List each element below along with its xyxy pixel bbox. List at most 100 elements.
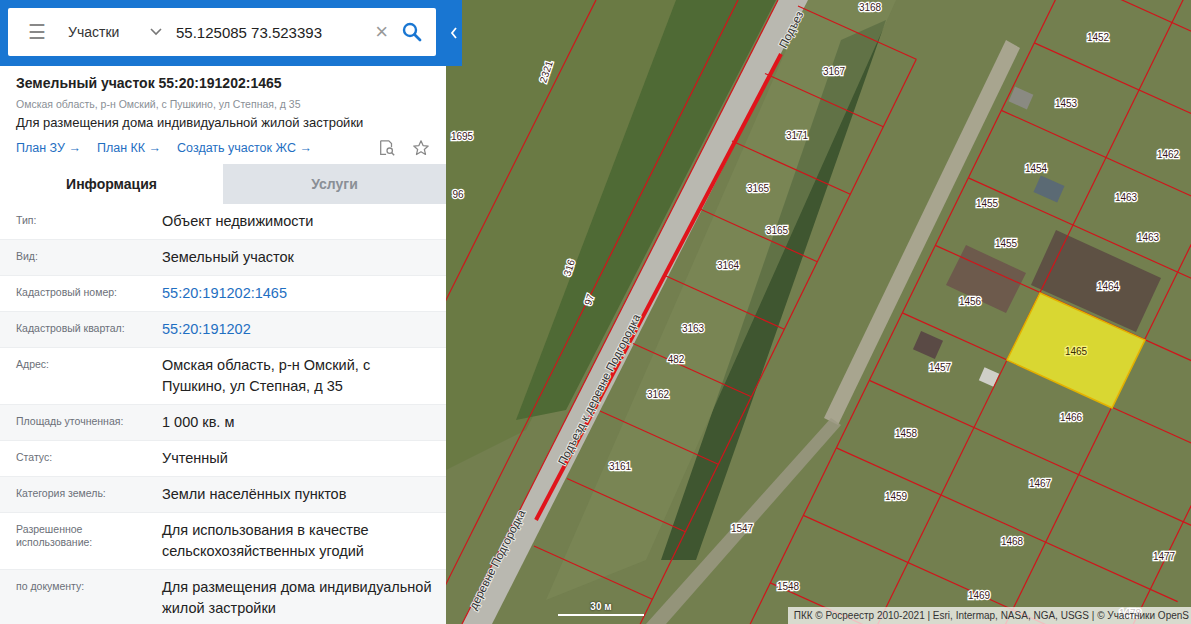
parcel-label[interactable]: 2321 (538, 59, 555, 84)
parcel-label[interactable]: 1695 (451, 131, 474, 142)
parcel-label[interactable]: 97 (582, 292, 596, 306)
parcel-label[interactable]: 1464 (1097, 281, 1120, 292)
chevron-left-icon[interactable] (450, 27, 458, 39)
collapse-panel-button[interactable] (446, 0, 462, 66)
plan-link[interactable]: План ЗУ → (16, 141, 81, 155)
parcel-label[interactable]: 3165 (766, 225, 789, 236)
field-row: Вид:Земельный участок (0, 240, 446, 276)
field-value: Земли населённых пунктов (162, 484, 434, 505)
field-label: Кадастровый квартал: (16, 319, 162, 335)
parcel-label[interactable]: 3164 (717, 260, 740, 271)
parcel-label[interactable]: 1463 (1115, 192, 1138, 203)
field-strip (546, 0, 896, 600)
parcel-title: Земельный участок 55:20:191202:1465 (16, 74, 430, 92)
map-canvas[interactable]: Подъезд к деревне ПодгородкаПодъездеревн… (446, 0, 1191, 624)
star-icon[interactable] (412, 139, 430, 157)
parcel-label[interactable]: 3167 (823, 66, 846, 77)
plan-link[interactable]: План КК → (97, 141, 161, 155)
parcel-label[interactable]: 3162 (647, 389, 670, 400)
parcel-label[interactable]: 3171 (786, 130, 809, 141)
search-bar: ☰ Участки 55.125085 73.523393 × (0, 0, 446, 66)
parcel-label[interactable]: 3161 (609, 461, 632, 472)
parcel-label[interactable]: 316 (561, 258, 577, 278)
parcel-label[interactable]: 1462 (1157, 149, 1180, 160)
scale-label: 30 м (590, 601, 611, 613)
house-roof (1033, 175, 1064, 202)
ground (446, 0, 1191, 624)
field-label: Адрес: (16, 355, 162, 371)
clear-button[interactable]: × (375, 19, 388, 45)
parcel-label[interactable]: 1466 (1060, 412, 1083, 423)
parcel-address: Омская область, р-н Омский, с Пушкино, у… (16, 96, 430, 112)
field-value: Учтенный (162, 448, 434, 469)
cadastral-map-app: ☰ Участки 55.125085 73.523393 × Земельный уч… (0, 0, 1191, 624)
field-row: Категория земель:Земли населённых пункто… (0, 477, 446, 513)
field-value[interactable]: 55:20:191202 (162, 319, 434, 340)
field-row: Площадь уточненная:1 000 кв. м (0, 405, 446, 441)
field-list: Тип:Объект недвижимости Вид:Земельный уча… (0, 204, 446, 624)
map-view[interactable]: Подъезд к деревне ПодгородкаПодъездеревн… (446, 0, 1191, 624)
document-search-icon[interactable] (378, 139, 396, 157)
parcel-label[interactable]: 3168 (859, 2, 882, 13)
parcel-label[interactable]: 1548 (777, 581, 800, 592)
parcel-label[interactable]: 1455 (995, 238, 1018, 249)
parcel-label[interactable]: 1455 (976, 198, 999, 209)
field-label: Площадь уточненная: (16, 412, 162, 428)
tab-bar: ИнформацияУслуги (0, 164, 446, 204)
field-value: Омская область, р-н Омский, с Пушкино, у… (162, 355, 434, 397)
road-label: Подъезд к деревне Подгородка (556, 312, 643, 467)
field-value: Для использования в качестве сельскохозя… (162, 520, 434, 562)
house-roof (913, 331, 943, 359)
field-row: Адрес:Омская область, р-н Омский, с Пушк… (0, 348, 446, 405)
search-box: ☰ Участки 55.125085 73.523393 × (8, 8, 436, 56)
field-label: Категория земель: (16, 484, 162, 500)
parcel-label[interactable]: 1468 (1001, 536, 1024, 547)
field-row: Статус:Учтенный (0, 441, 446, 477)
parcel-label[interactable]: 1457 (929, 362, 952, 373)
plan-link[interactable]: Создать участок ЖС → (177, 141, 312, 155)
house-roof (979, 367, 999, 386)
parcel-label[interactable]: 1452 (1087, 32, 1110, 43)
menu-button[interactable]: ☰ (28, 20, 52, 44)
tab[interactable]: Услуги (223, 164, 446, 204)
field-row: Кадастровый квартал:55:20:191202 (0, 312, 446, 348)
selected-parcel[interactable] (1007, 293, 1145, 408)
parcel-label[interactable]: 96 (452, 189, 464, 200)
parcel-label[interactable]: 3163 (682, 323, 705, 334)
field-label: Статус: (16, 448, 162, 464)
parcel-label[interactable]: 1458 (895, 428, 918, 439)
parcel-label[interactable]: 1453 (1055, 98, 1078, 109)
field-label: Тип: (16, 211, 162, 227)
info-panel: ☰ Участки 55.125085 73.523393 × Земельный уч… (0, 0, 446, 624)
parcel-label[interactable]: 1469 (968, 590, 991, 601)
parcel-label[interactable]: 1463 (1137, 232, 1160, 243)
scale-line (558, 614, 644, 616)
parcel-label[interactable]: 1467 (1029, 478, 1052, 489)
field-label: по документу: (16, 577, 162, 593)
parcel-label[interactable]: 1547 (731, 523, 754, 534)
field-value: Для размещения дома индивидуальной жилой… (162, 577, 434, 619)
field-label: Разрешенное использование: (16, 520, 162, 549)
dirt-road (824, 40, 1020, 425)
parcel-label[interactable]: 482 (668, 354, 685, 365)
attribution: ПКК © Росреестр 2010-2021 | Esri, Interm… (788, 607, 1191, 624)
layer-select[interactable]: Участки (68, 24, 140, 40)
tab[interactable]: Информация (0, 164, 223, 204)
parcel-label[interactable]: 3165 (747, 183, 770, 194)
dirt-track (646, 418, 841, 624)
parcel-card: Земельный участок 55:20:191202:1465 Омска… (0, 66, 446, 164)
parcel-label[interactable]: 1459 (885, 491, 908, 502)
chevron-down-icon[interactable] (150, 28, 162, 36)
search-input[interactable]: 55.125085 73.523393 (176, 24, 365, 41)
link-row: План ЗУ → План КК → Создать участок ЖС → (16, 138, 430, 158)
field-value[interactable]: 55:20:191202:1465 (162, 283, 434, 304)
field-value: Объект недвижимости (162, 211, 434, 232)
parcel-label[interactable]: 1477 (1153, 551, 1176, 562)
parcel-label[interactable]: 1465 (1065, 346, 1088, 357)
field-value: 1 000 кв. м (162, 412, 434, 433)
parcel-label[interactable]: 1454 (1025, 163, 1048, 174)
magnifier-icon[interactable] (402, 22, 422, 42)
main-road (462, 0, 808, 624)
parcel-purpose: Для размещения дома индивидуальной жилой… (16, 114, 430, 132)
parcel-label[interactable]: 1456 (959, 296, 982, 307)
